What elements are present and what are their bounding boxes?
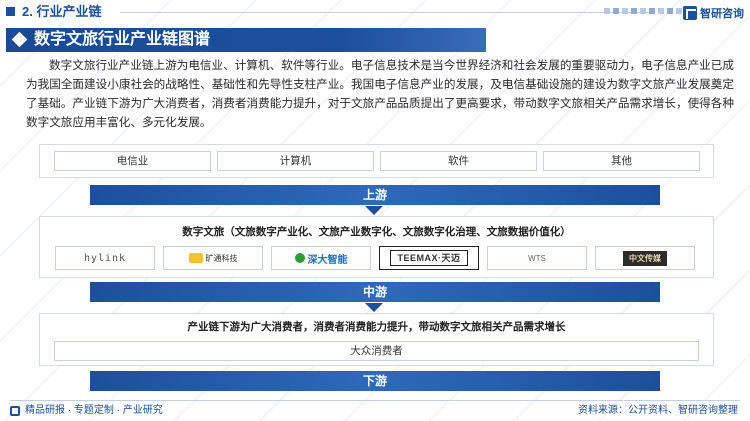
upstream-band: 上游 [90,185,660,205]
upstream-item: 软件 [380,151,537,171]
company-logo: WTS [487,246,587,270]
report-icon [10,406,20,416]
footer-tagline: 精品研报 · 专题定制 · 产业研究 [25,405,163,416]
down-arrow-icon [365,303,383,312]
company-logos: hylink 旷通科技 深大智能 TEEMAX·天迈 WTS 中文传媒 [55,246,695,270]
footer-source: 资料来源：公开资料、智研咨询整理 [578,405,738,416]
consumer-box: 大众消费者 [54,341,699,361]
downstream-description: 产业链下游为广大消费者，消费者消费能力提升，带动数字文旅相关产品需求增长 [187,321,566,333]
upstream-item: 计算机 [217,151,374,171]
down-arrow-icon [365,206,383,215]
logo-mark-icon [188,253,203,263]
page-title: 数字文旅行业产业链图谱 [34,31,211,48]
decorative-dots-icon [604,8,691,14]
footer: 精品研报 · 专题定制 · 产业研究 资料来源：公开资料、智研咨询整理 [0,400,750,421]
section-marker-icon [6,7,15,16]
header-divider [120,12,655,13]
company-logo-text: 旷通科技 [205,253,238,263]
intro-paragraph: 数字文旅行业产业链上游为电信业、计算机、软件等行业。电子信息技术是当今世界经济和… [26,59,734,129]
company-logo: 中文传媒 [595,246,695,270]
title-banner: 数字文旅行业产业链图谱 [6,28,486,52]
brand-name: 智研咨询 [700,8,744,20]
brand-icon [683,6,697,20]
diamond-icon [11,31,28,48]
top-bar: 2. 行业产业链 智研咨询 [0,0,750,24]
company-logo-text: TEEMAX·天迈 [390,250,468,266]
upstream-item: 电信业 [54,151,211,171]
logo-mark-icon [294,253,305,263]
brand-logo: 智研咨询 [683,5,744,21]
section-label: 2. 行业产业链 [22,4,102,19]
upstream-item: 其他 [543,151,700,171]
company-logo: hylink [55,246,155,270]
company-logo: TEEMAX·天迈 [379,246,479,270]
midstream-band: 中游 [90,282,660,302]
upstream-items: 电信业 计算机 软件 其他 [54,151,700,171]
downstream-band: 下游 [90,371,660,391]
company-logo: 深大智能 [271,246,371,270]
footer-divider [10,400,740,401]
company-logo-text: 中文传媒 [623,250,667,266]
company-logo: 旷通科技 [163,246,263,270]
company-logo-text: hylink [83,252,127,264]
company-logo-text: 深大智能 [307,254,348,266]
company-logo-text: WTS [528,253,546,263]
midstream-title: 数字文旅（文旅数字产业化、文旅产业数字化、文旅数字化治理、文旅数据价值化） [182,226,571,238]
